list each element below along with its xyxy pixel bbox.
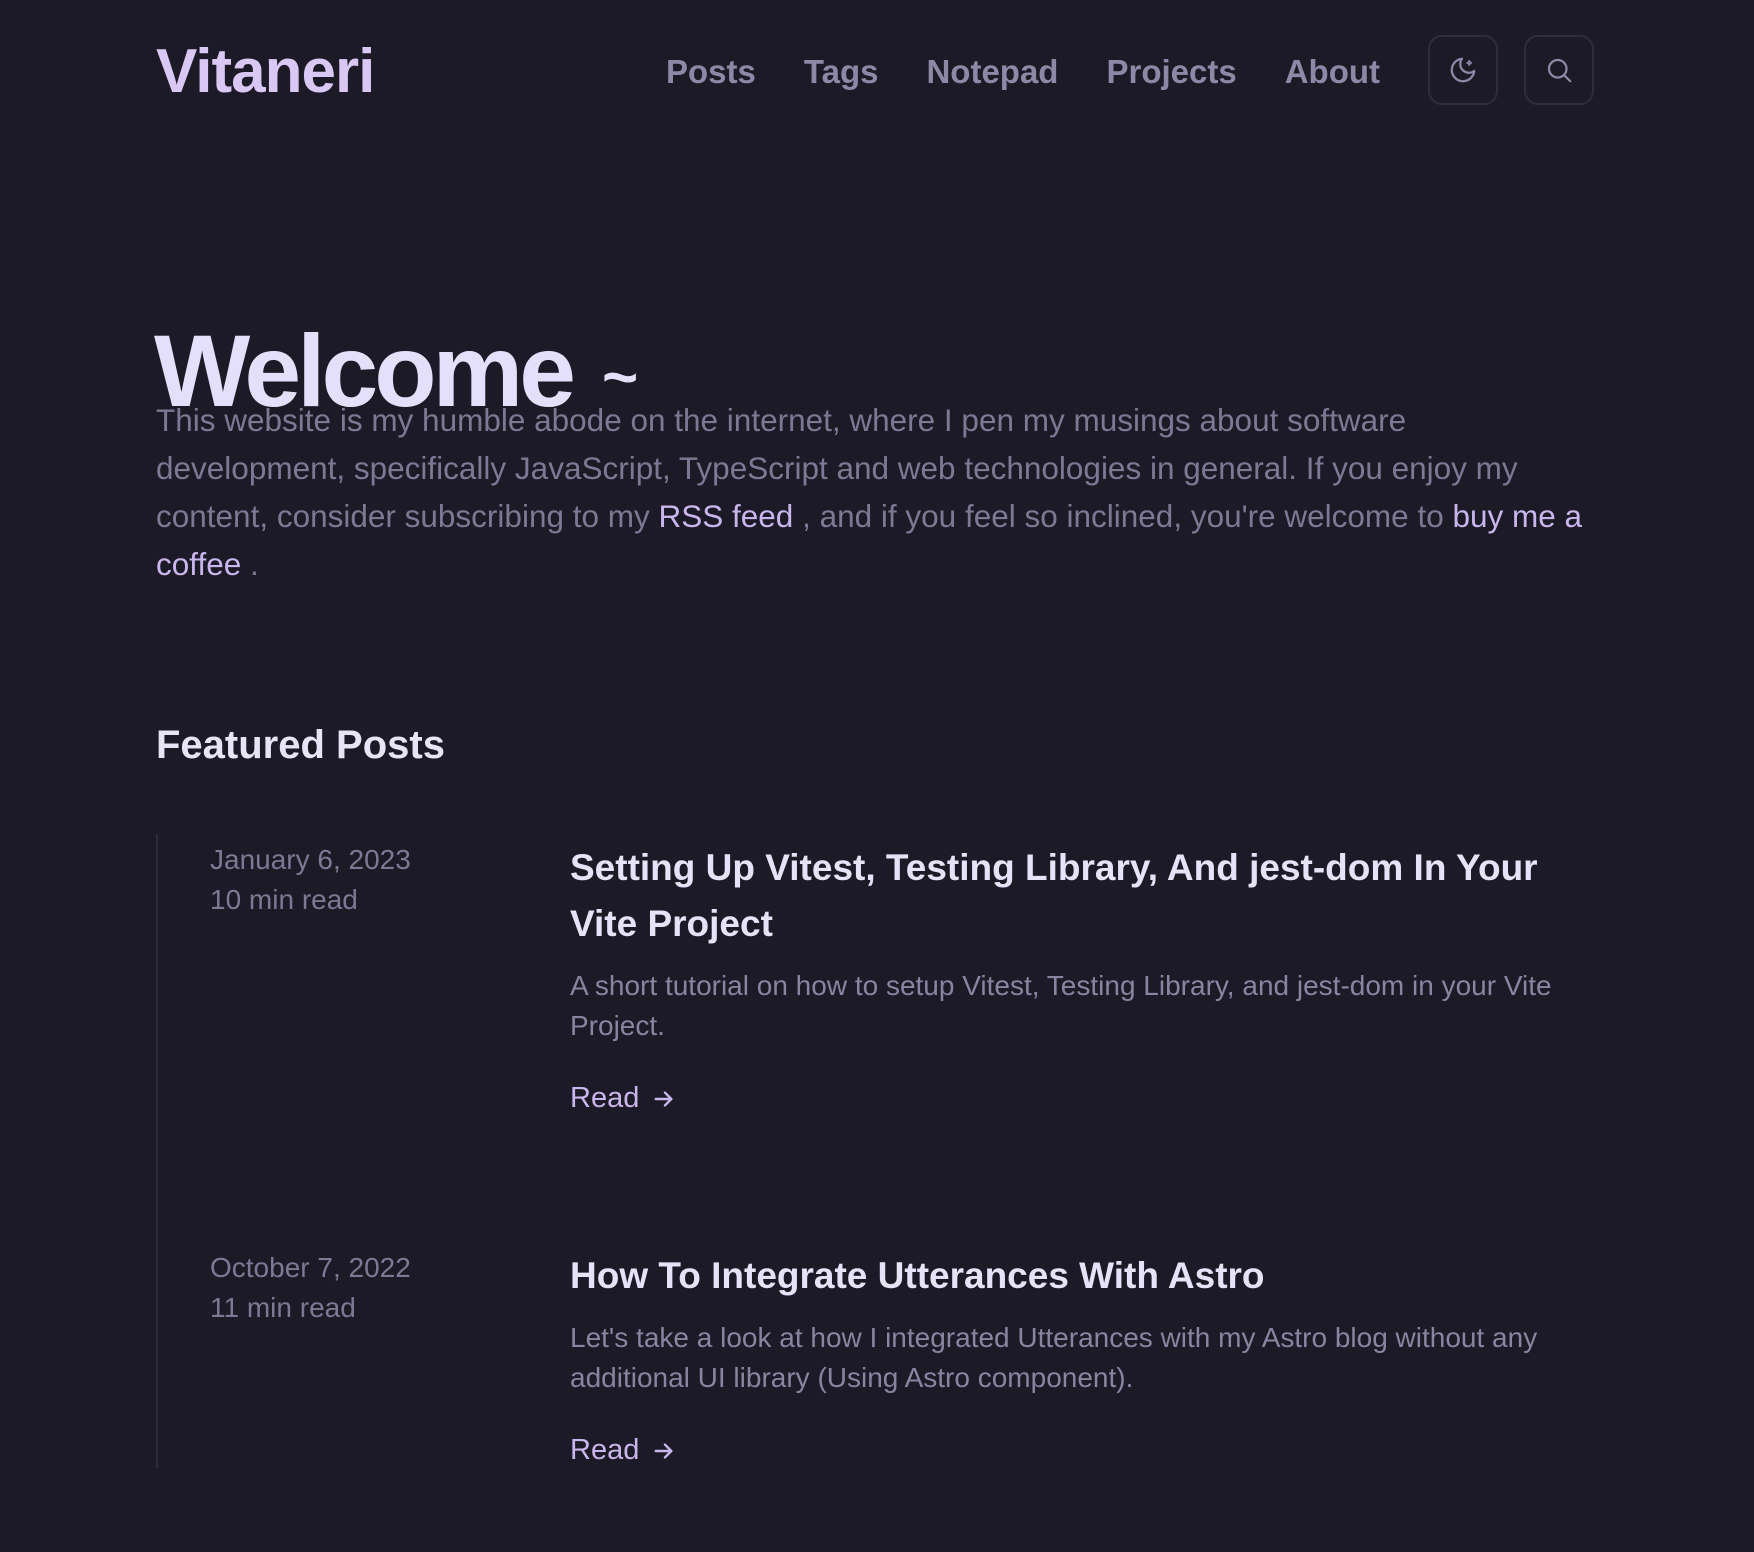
intro-text-3: . [241, 546, 259, 582]
post-body: Setting Up Vitest, Testing Library, And … [570, 840, 1600, 1115]
intro-paragraph: This website is my humble abode on the i… [156, 396, 1596, 588]
post-description: Let's take a look at how I integrated Ut… [570, 1322, 1538, 1393]
post-date: January 6, 2023 [210, 844, 411, 875]
featured-posts-heading: Featured Posts [156, 723, 445, 767]
timeline-line [156, 834, 158, 1468]
arrow-right-icon [654, 1442, 673, 1459]
arrow-right-icon [654, 1090, 673, 1107]
moon-icon [1450, 57, 1476, 83]
nav-item-posts[interactable]: Posts [666, 52, 756, 92]
post-meta: October 7, 2022 11 min read [210, 1248, 411, 1328]
site-header: Vitaneri Posts Tags Notepad Projects Abo… [156, 34, 1596, 108]
post-read-time: 10 min read [210, 884, 358, 915]
main-nav: Posts Tags Notepad Projects About [666, 52, 1380, 92]
post-meta: January 6, 2023 10 min read [210, 840, 411, 920]
post-read-time: 11 min read [210, 1292, 356, 1323]
site-logo[interactable]: Vitaneri [156, 36, 375, 108]
nav-item-projects[interactable]: Projects [1106, 52, 1236, 92]
rss-feed-link[interactable]: RSS feed [659, 498, 794, 534]
intro-text-2: , and if you feel so inclined, you're we… [793, 498, 1453, 534]
search-button[interactable] [1524, 35, 1594, 105]
read-link-label: Read [570, 1434, 640, 1466]
read-post-link[interactable]: Read [570, 1082, 675, 1115]
read-post-link[interactable]: Read [570, 1434, 675, 1467]
post-title[interactable]: How To Integrate Utterances With Astro [570, 1248, 1600, 1304]
nav-item-about[interactable]: About [1285, 52, 1380, 92]
post-date: October 7, 2022 [210, 1252, 411, 1283]
post-body: How To Integrate Utterances With Astro L… [570, 1248, 1600, 1467]
post-title[interactable]: Setting Up Vitest, Testing Library, And … [570, 840, 1600, 952]
search-icon [1547, 58, 1572, 83]
read-link-label: Read [570, 1082, 640, 1114]
post-description: A short tutorial on how to setup Vitest,… [570, 970, 1552, 1041]
nav-item-notepad[interactable]: Notepad [926, 52, 1058, 92]
theme-toggle-button[interactable] [1428, 35, 1498, 105]
nav-item-tags[interactable]: Tags [804, 52, 879, 92]
